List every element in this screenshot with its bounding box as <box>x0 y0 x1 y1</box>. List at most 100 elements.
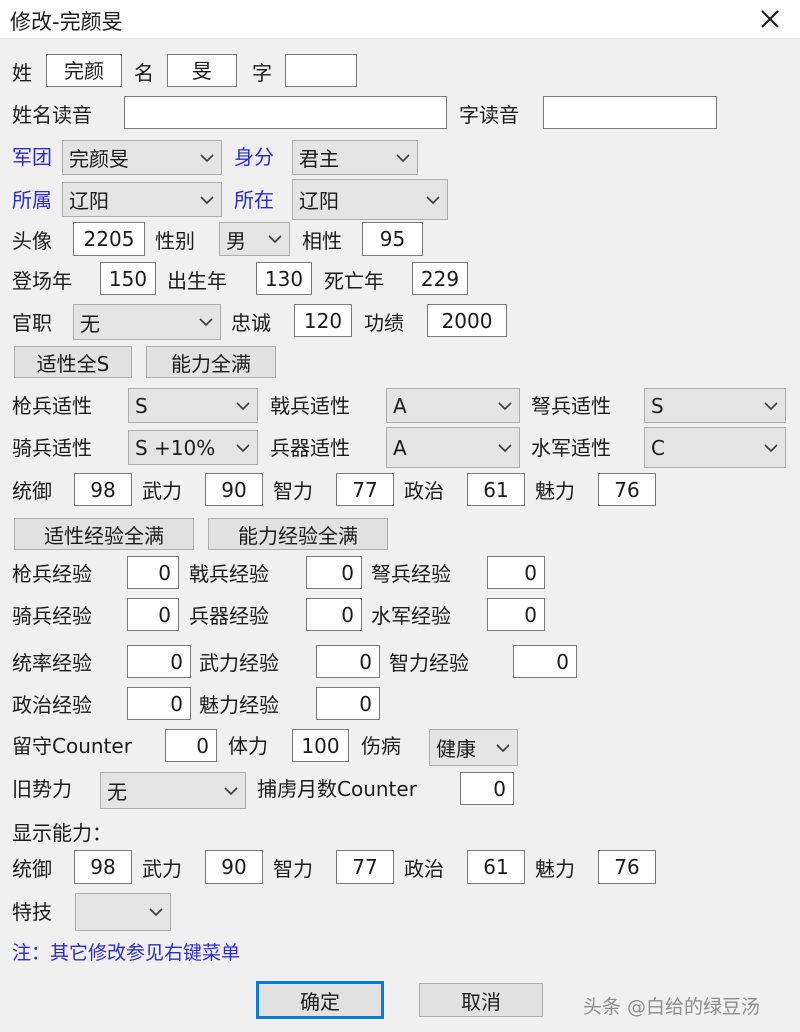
set-all-aptitude-s-button[interactable]: 适性全S <box>14 346 132 378</box>
birth-year-label: 出生年 <box>167 269 227 293</box>
chevron-down-icon <box>395 153 411 163</box>
ability-exp-input-2[interactable]: 0 <box>513 645 577 678</box>
aptitude-exp-input-3[interactable]: 0 <box>127 598 179 631</box>
compatibility-label: 相性 <box>302 229 342 253</box>
display-ability-input-4[interactable]: 76 <box>598 850 656 884</box>
courtesy-reading-label: 字读音 <box>459 103 519 127</box>
debut-year-input[interactable]: 150 <box>100 262 156 295</box>
aptitude-exp-label-0: 枪兵经验 <box>12 562 92 586</box>
ability-exp-label-0: 统率经验 <box>12 651 92 675</box>
name-reading-label: 姓名读音 <box>12 103 92 127</box>
given-name-input[interactable]: 旻 <box>167 54 237 87</box>
garrison-counter-input[interactable]: 0 <box>165 729 217 762</box>
cancel-button[interactable]: 取消 <box>419 983 543 1017</box>
ability-label-0: 统御 <box>12 479 52 503</box>
gender-dropdown[interactable]: 男 <box>219 222 290 256</box>
belong-label: 所属 <box>12 188 52 212</box>
aptitude-exp-input-5[interactable]: 0 <box>487 598 545 631</box>
birth-year-input[interactable]: 130 <box>256 262 312 295</box>
chevron-down-icon <box>763 401 779 411</box>
corps-dropdown[interactable]: 完颜旻 <box>62 140 222 175</box>
aptitude-exp-input-2[interactable]: 0 <box>487 556 545 589</box>
aptitude-label-2: 弩兵适性 <box>531 394 611 418</box>
courtesy-name-input[interactable] <box>285 54 357 87</box>
display-ability-input-1[interactable]: 90 <box>205 850 263 884</box>
close-icon[interactable] <box>748 2 792 36</box>
watermark: 头条 @白给的绿豆汤 <box>583 996 761 1018</box>
location-dropdown[interactable]: 辽阳 <box>292 179 448 220</box>
ability-input-3[interactable]: 61 <box>467 473 525 506</box>
ability-exp-input-0[interactable]: 0 <box>127 645 191 678</box>
aptitude-dropdown-3[interactable]: S +10% <box>128 430 258 465</box>
aptitude-label-4: 兵器适性 <box>270 436 350 460</box>
name-reading-input[interactable] <box>124 96 447 129</box>
title-bar: 修改-完颜旻 <box>0 0 800 39</box>
window-title: 修改-完颜旻 <box>10 10 123 34</box>
stamina-input[interactable]: 100 <box>292 729 349 762</box>
aptitude-exp-input-1[interactable]: 0 <box>306 556 362 589</box>
aptitude-dropdown-4[interactable]: A <box>386 427 520 468</box>
special-skill-dropdown[interactable] <box>75 893 171 931</box>
aptitude-dropdown-0[interactable]: S <box>128 388 258 423</box>
display-ability-input-2[interactable]: 77 <box>336 850 394 884</box>
display-ability-label-1: 武力 <box>142 857 182 881</box>
ability-input-2[interactable]: 77 <box>336 473 394 506</box>
captive-months-input[interactable]: 0 <box>460 772 514 805</box>
aptitude-exp-label-3: 骑兵经验 <box>12 604 92 628</box>
ability-exp-input-1[interactable]: 0 <box>316 645 380 678</box>
ability-input-1[interactable]: 90 <box>205 473 263 506</box>
chevron-down-icon <box>148 907 164 917</box>
ability-exp-label-4: 魅力经验 <box>199 693 279 717</box>
death-year-input[interactable]: 229 <box>412 262 468 295</box>
belong-dropdown[interactable]: 辽阳 <box>62 182 222 217</box>
gender-label: 性别 <box>155 229 195 253</box>
aptitude-value-1: A <box>393 393 407 418</box>
chevron-down-icon <box>497 443 513 453</box>
aptitude-label-3: 骑兵适性 <box>12 436 92 460</box>
aptitude-dropdown-5[interactable]: C <box>644 427 786 468</box>
office-dropdown[interactable]: 无 <box>73 304 221 340</box>
corps-value: 完颜旻 <box>69 147 129 171</box>
aptitude-dropdown-1[interactable]: A <box>386 388 520 423</box>
set-ability-exp-max-button[interactable]: 能力经验全满 <box>208 518 388 550</box>
chevron-down-icon <box>267 234 283 244</box>
chevron-down-icon <box>425 195 441 205</box>
aptitude-label-0: 枪兵适性 <box>12 394 92 418</box>
ability-exp-label-2: 智力经验 <box>389 651 469 675</box>
old-force-label: 旧势力 <box>12 777 72 801</box>
ability-input-0[interactable]: 98 <box>74 473 132 506</box>
surname-input[interactable]: 完颜 <box>46 54 122 87</box>
ability-input-4[interactable]: 76 <box>598 473 656 506</box>
compatibility-input[interactable]: 95 <box>362 222 423 256</box>
given-name-label: 名 <box>134 61 154 85</box>
corps-label: 军团 <box>12 145 52 169</box>
ability-exp-label-1: 武力经验 <box>199 651 279 675</box>
display-ability-input-3[interactable]: 61 <box>467 850 525 884</box>
chevron-down-icon <box>199 153 215 163</box>
chevron-down-icon <box>235 401 251 411</box>
aptitude-exp-input-4[interactable]: 0 <box>306 598 362 631</box>
identity-dropdown[interactable]: 君主 <box>292 140 418 175</box>
set-aptitude-exp-max-button[interactable]: 适性经验全满 <box>14 518 194 550</box>
courtesy-reading-input[interactable] <box>543 96 717 129</box>
injury-dropdown[interactable]: 健康 <box>429 729 518 766</box>
aptitude-dropdown-2[interactable]: S <box>644 388 786 423</box>
ability-exp-input-4[interactable]: 0 <box>316 687 380 720</box>
ok-button[interactable]: 确定 <box>256 981 384 1019</box>
display-ability-input-0[interactable]: 98 <box>74 850 132 884</box>
stamina-label: 体力 <box>228 734 268 758</box>
footer-note: 注：其它修改参见右键菜单 <box>12 942 241 964</box>
loyalty-input[interactable]: 120 <box>294 304 352 337</box>
old-force-dropdown[interactable]: 无 <box>100 772 246 809</box>
chevron-down-icon <box>198 317 214 327</box>
office-value: 无 <box>80 311 100 336</box>
aptitude-value-3: S +10% <box>135 435 216 460</box>
portrait-input[interactable]: 2205 <box>73 222 145 256</box>
aptitude-exp-input-0[interactable]: 0 <box>127 556 179 589</box>
aptitude-label-1: 戟兵适性 <box>270 394 350 418</box>
set-all-ability-max-button[interactable]: 能力全满 <box>146 346 276 378</box>
chevron-down-icon <box>235 443 251 453</box>
ability-label-3: 政治 <box>404 479 444 503</box>
ability-exp-input-3[interactable]: 0 <box>127 687 191 720</box>
merit-input[interactable]: 2000 <box>427 304 507 337</box>
